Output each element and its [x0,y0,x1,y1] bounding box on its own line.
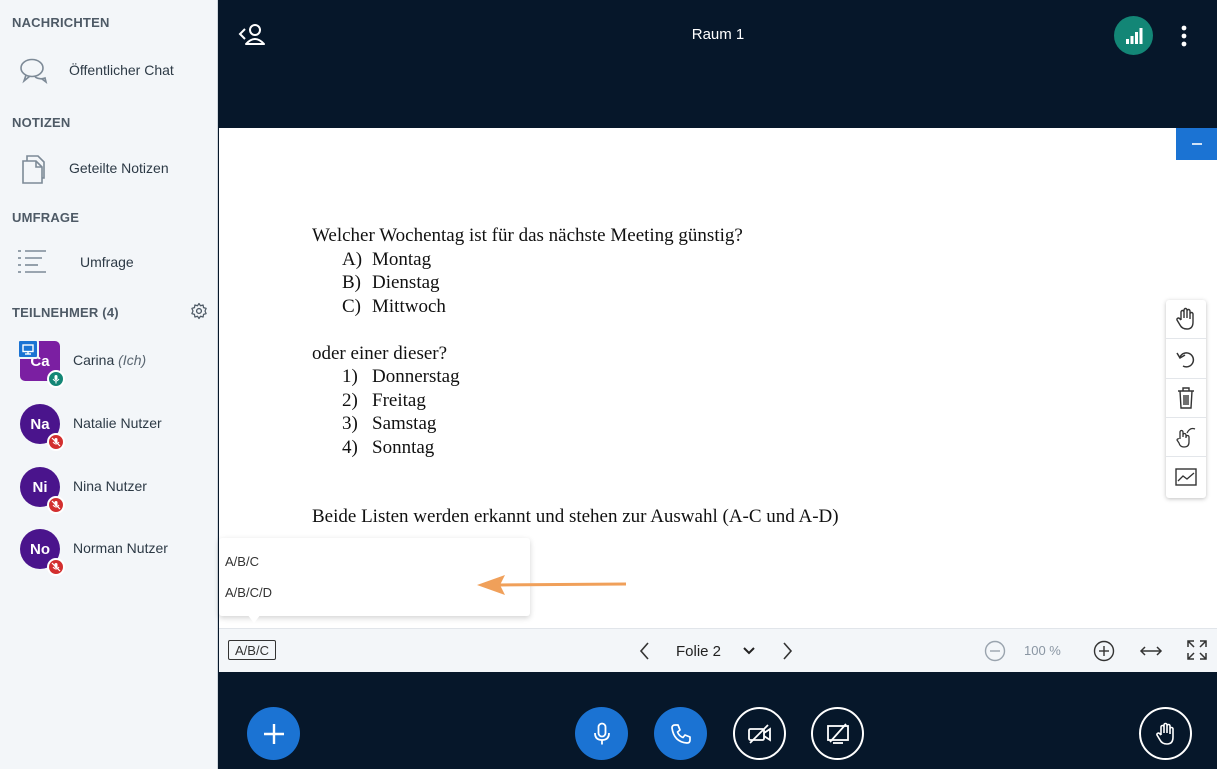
slide-list-item: 3) Samstag [342,413,437,434]
zoom-level: 100 % [1024,643,1061,658]
avatar-initials: Ni [32,478,48,496]
actions-plus-button[interactable] [247,707,300,760]
phone-icon [670,723,691,744]
slide-list-item: C) Mittwoch [342,295,446,317]
public-chat-label: Öffentlicher Chat [69,62,174,78]
minus-icon [1191,143,1202,145]
hand-icon [1176,307,1194,330]
top-bar: Raum 1 [219,0,1217,128]
shared-notes-item[interactable]: Geteilte Notizen [0,146,217,190]
slide-list-item: 1) Donnerstag [342,366,460,387]
annotation-arrow-icon [477,575,627,595]
undo-icon [1176,352,1195,368]
chevron-down-icon [743,647,755,655]
slide-footer-text: Beide Listen werden erkannt und stehen z… [312,505,839,527]
minimize-presentation-button[interactable] [1176,128,1217,160]
gear-icon[interactable] [190,302,208,320]
chart-line-icon [1175,467,1197,486]
next-slide-icon[interactable] [778,640,796,662]
room-title: Raum 1 [691,26,745,43]
notes-icon [22,155,45,184]
slide-content: Welcher Wochentag ist für das nächste Me… [312,224,839,528]
list-icon [18,250,46,273]
slide-list-item: A) Montag [342,248,432,270]
shared-notes-label: Geteilte Notizen [69,160,169,176]
slide-select-label: Folie 2 [676,642,722,660]
whiteboard-toolbar [1166,300,1206,498]
sidebar: NACHRICHTEN Öffentlicher Chat NOTIZEN Ge… [0,0,218,769]
whiteboard-tools-button[interactable] [1166,457,1206,496]
multi-user-button[interactable] [1166,418,1206,457]
more-options-icon[interactable] [1174,22,1194,50]
participant-name: Nina Nutzer [73,478,147,494]
screenshare-off-icon [826,722,849,744]
quick-poll-option[interactable]: A/B/C/D [225,585,272,600]
fit-to-width-icon[interactable] [1139,640,1163,662]
participant-name: Natalie Nutzer [73,415,162,431]
quick-poll-button[interactable]: A/B/C [228,640,276,660]
action-bar [219,672,1217,769]
participant-carina[interactable]: Ca Carina (Ich) [0,339,217,393]
poll-label: Umfrage [80,254,134,270]
mic-muted-icon [47,496,65,514]
notes-section-title: NOTIZEN [12,115,71,130]
multi-user-pen-icon [1176,427,1196,448]
slide-question-2: oder einer dieser? [312,342,448,364]
poll-item[interactable]: Umfrage [0,240,217,284]
participant-natalie[interactable]: Na Natalie Nutzer [0,404,217,456]
hand-tool-button[interactable] [1166,300,1206,339]
slide-list-item: B) Dienstag [342,272,440,293]
menu-caret [247,614,261,623]
mic-muted-icon [47,433,65,451]
raise-hand-button[interactable] [1139,707,1192,760]
camera-button[interactable] [733,707,786,760]
participant-name: Carina (Ich) [73,352,147,368]
presenter-icon [17,339,39,359]
slide-list-item: 2) Freitag [342,389,426,411]
clear-button[interactable] [1166,379,1206,418]
trash-icon [1178,387,1194,409]
slide-select[interactable]: Folie 2 [668,638,768,664]
participant-name: Norman Nutzer [73,540,168,556]
zoom-in-icon[interactable] [1092,639,1116,663]
leave-audio-button[interactable] [654,707,707,760]
raise-hand-icon [1155,722,1174,745]
undo-button[interactable] [1166,340,1206,379]
screenshare-button[interactable] [811,707,864,760]
zoom-out-icon[interactable] [983,639,1007,663]
chat-bubbles-icon [20,58,48,84]
poll-section-title: UMFRAGE [12,210,80,225]
avatar-initials: No [30,540,50,558]
mic-muted-icon [47,558,65,576]
camera-off-icon [747,723,771,744]
microphone-icon [593,722,610,744]
slide-question-1: Welcher Wochentag ist für das nächste Me… [312,225,743,246]
avatar-initials: Na [30,415,50,433]
participant-norman[interactable]: No Norman Nutzer [0,529,217,581]
messages-section-title: NACHRICHTEN [12,15,110,30]
fullscreen-icon[interactable] [1186,639,1208,661]
quick-poll-option[interactable]: A/B/C [225,554,259,569]
participants-section-title: TEILNEHMER (4) [12,305,119,320]
plus-icon [263,723,284,744]
participant-nina[interactable]: Ni Nina Nutzer [0,467,217,519]
slide-list-item: 4) Sonntag [342,436,435,458]
signal-bars-icon [1125,27,1142,44]
public-chat-item[interactable]: Öffentlicher Chat [0,48,217,92]
toggle-userlist-icon[interactable] [237,22,267,48]
microphone-button[interactable] [575,707,628,760]
self-suffix: (Ich) [118,352,147,368]
mic-on-icon [47,370,65,388]
previous-slide-icon[interactable] [636,640,654,662]
connection-status-button[interactable] [1114,16,1153,55]
